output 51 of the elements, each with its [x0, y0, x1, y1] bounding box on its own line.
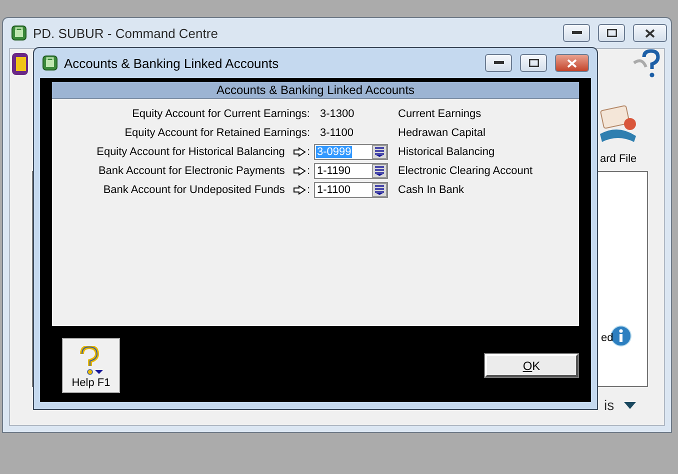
- shortcut-label: ed: [601, 332, 614, 344]
- minimize-icon: [572, 31, 582, 35]
- minimize-icon: [494, 61, 504, 65]
- list-button[interactable]: [372, 183, 387, 197]
- close-icon: [645, 28, 655, 38]
- account-name: Cash In Bank: [398, 184, 466, 196]
- caret-icon: [624, 402, 636, 408]
- arrow-icon: [292, 166, 306, 176]
- help-icon: [632, 49, 660, 79]
- list-icon: [375, 147, 384, 157]
- account-label: Bank Account for Undeposited Funds: [103, 184, 285, 196]
- account-label: Equity Account for Historical Balancing: [96, 146, 285, 158]
- ok-button[interactable]: OK: [485, 354, 578, 377]
- list-button[interactable]: [372, 164, 387, 178]
- arrow-icon: [292, 147, 306, 157]
- colon-text: :: [306, 165, 310, 177]
- account-label: Equity Account for Retained Earnings:: [124, 127, 310, 139]
- account-field[interactable]: 1-1100: [314, 182, 388, 198]
- account-name: Historical Balancing: [398, 146, 496, 158]
- account-number: 3-1100: [319, 127, 354, 139]
- maximize-icon: [606, 29, 616, 37]
- question-icon: [79, 346, 103, 376]
- account-name: Hedrawan Capital: [398, 127, 486, 139]
- list-button[interactable]: [372, 145, 387, 159]
- close-button[interactable]: [633, 24, 667, 42]
- list-icon: [375, 166, 384, 176]
- app-icon: [11, 25, 27, 41]
- card-icon: [598, 104, 638, 144]
- maximize-button[interactable]: [598, 24, 625, 42]
- maximize-icon: [528, 59, 538, 67]
- account-name: Electronic Clearing Account: [398, 165, 534, 177]
- app-icon: [42, 55, 58, 71]
- shortcut-label: ard File: [600, 153, 637, 165]
- dropdown-label[interactable]: is: [604, 397, 636, 413]
- close-icon: [567, 58, 577, 68]
- account-label: Equity Account for Current Earnings:: [132, 108, 310, 120]
- list-icon: [375, 185, 384, 195]
- account-name: Current Earnings: [398, 108, 482, 120]
- dialog-title: Accounts & Banking Linked Accounts: [64, 56, 280, 70]
- minimize-button[interactable]: [563, 24, 590, 42]
- arrow-icon: [292, 185, 306, 195]
- window-title: PD. SUBUR - Command Centre: [33, 26, 219, 40]
- account-label: Bank Account for Electronic Payments: [98, 165, 285, 177]
- account-number: 3-1300: [319, 108, 356, 120]
- minimize-button[interactable]: [485, 54, 512, 72]
- panel-header: Accounts & Banking Linked Accounts: [52, 82, 579, 99]
- colon-text: :: [306, 146, 310, 158]
- maximize-button[interactable]: [520, 54, 547, 72]
- account-field[interactable]: 1-1190: [314, 163, 388, 179]
- colon-text: :: [306, 184, 310, 196]
- help-button[interactable]: Help F1: [62, 338, 120, 393]
